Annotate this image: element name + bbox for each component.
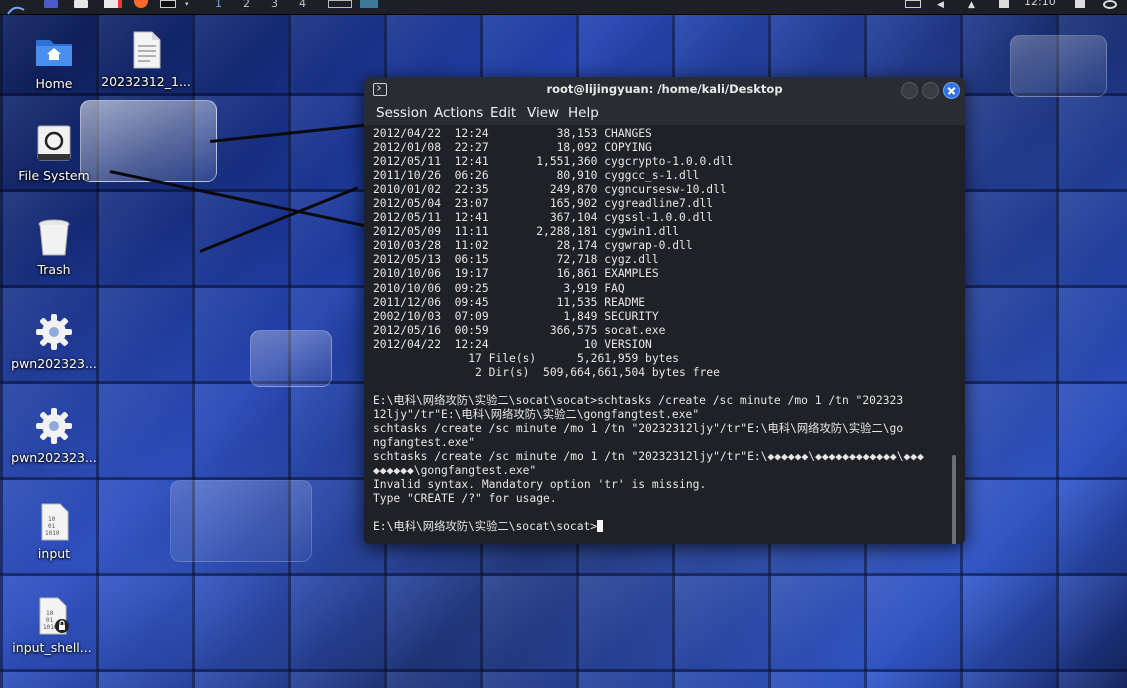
desktop-icon-label: pwn202323... [11,450,97,465]
glass-cube-decoration [1010,35,1107,97]
desktop-icon-label: File System [18,168,90,183]
terminal-titlebar[interactable]: root@lijingyuan: /home/kali/Desktop [364,77,965,102]
text-cursor [597,520,604,533]
desktop-icon-label: Trash [37,262,71,277]
power-status-icon[interactable] [999,0,1009,8]
svg-text:01: 01 [46,617,54,624]
terminal-icon[interactable] [160,0,176,8]
desktop-icon-pwn-1[interactable]: pwn202323... [4,312,104,371]
close-button[interactable] [943,82,960,99]
workspace-3[interactable]: 3 [271,0,278,10]
terminal-window[interactable]: root@lijingyuan: /home/kali/Desktop Sess… [364,77,965,544]
terminal-prompt: E:\电科\网络攻防\实验二\socat\socat> [373,520,598,534]
desktop-icon-trash[interactable]: Trash [4,218,104,277]
desktop-icon-label: pwn202323... [11,356,97,371]
firefox-icon[interactable] [134,0,148,8]
terminal-text: 2012/04/22 12:24 38,153 CHANGES 2012/01/… [373,127,924,534]
terminal-lines: 2012/04/22 12:24 38,153 CHANGES 2012/01/… [373,127,924,506]
chevron-down-icon[interactable]: ▾ [185,0,191,8]
window-icon[interactable] [44,0,58,8]
menu-session[interactable]: Session [376,105,428,121]
gear-icon [34,312,74,352]
notification-bell-icon[interactable]: ▲ [968,0,982,10]
scrollbar[interactable] [952,455,956,544]
desktop-icon-label: input_shell... [12,640,92,655]
desktop-icon-input[interactable]: 10 01 1010 input [4,502,104,561]
desktop-icon-label: input [37,546,71,561]
trash-icon [34,218,74,258]
svg-text:01: 01 [48,523,56,530]
drive-icon [34,124,74,164]
home-folder-icon [34,32,74,72]
desktop-icon-input-shell[interactable]: 10 01 1010 input_shell... [2,596,102,655]
menu-help[interactable]: Help [568,105,599,121]
volume-icon[interactable]: ◀ [937,0,951,10]
desktop-icon-label: Home [35,76,73,91]
workspace-4[interactable]: 4 [299,0,306,10]
lock-screen-icon[interactable] [1075,0,1085,8]
terminal-menubar: Session Actions Edit View Help [364,102,965,125]
kali-menu-icon[interactable] [6,0,26,15]
gear-icon [34,406,74,446]
maximize-button[interactable] [922,82,939,99]
desktop-icon-home[interactable]: Home [4,32,104,91]
terminal-output[interactable]: 2012/04/22 12:24 38,153 CHANGES 2012/01/… [364,125,965,544]
svg-text:1010: 1010 [45,530,60,537]
window-title: root@lijingyuan: /home/kali/Desktop [546,82,783,96]
battery-icon[interactable] [905,0,921,8]
svg-text:10: 10 [46,610,54,617]
text-file-icon [126,30,166,70]
taskbar-terminal-window[interactable] [328,0,352,8]
svg-text:10: 10 [48,516,56,523]
workspace-2[interactable]: 2 [243,0,250,10]
menu-view[interactable]: View [527,105,559,121]
minimize-button[interactable] [901,82,918,99]
desktop-icon-text-file[interactable]: 20232312_1... [96,30,196,89]
logout-icon[interactable] [1103,0,1117,9]
files-icon[interactable] [74,0,88,8]
desktop-icon-file-system[interactable]: File System [4,124,104,183]
clock[interactable]: 12:10 [1024,0,1056,11]
binary-file-icon: 10 01 1010 [34,502,74,542]
glass-cube-decoration [250,330,332,387]
menu-edit[interactable]: Edit [490,105,516,121]
desktop-icon-label: 20232312_1... [101,74,191,89]
taskbar-app-window[interactable] [360,0,378,8]
glass-cube-decoration [170,480,312,562]
workspace-1[interactable]: 1 [215,0,222,10]
desktop-icon-pwn-2[interactable]: pwn202323... [4,406,104,465]
text-editor-icon[interactable] [104,0,122,8]
top-panel: ▾ 1 2 3 4 ◀ ▲ 12:10 [0,0,1127,15]
binary-file-locked-icon: 10 01 1010 [32,596,72,636]
menu-actions[interactable]: Actions [434,105,483,121]
